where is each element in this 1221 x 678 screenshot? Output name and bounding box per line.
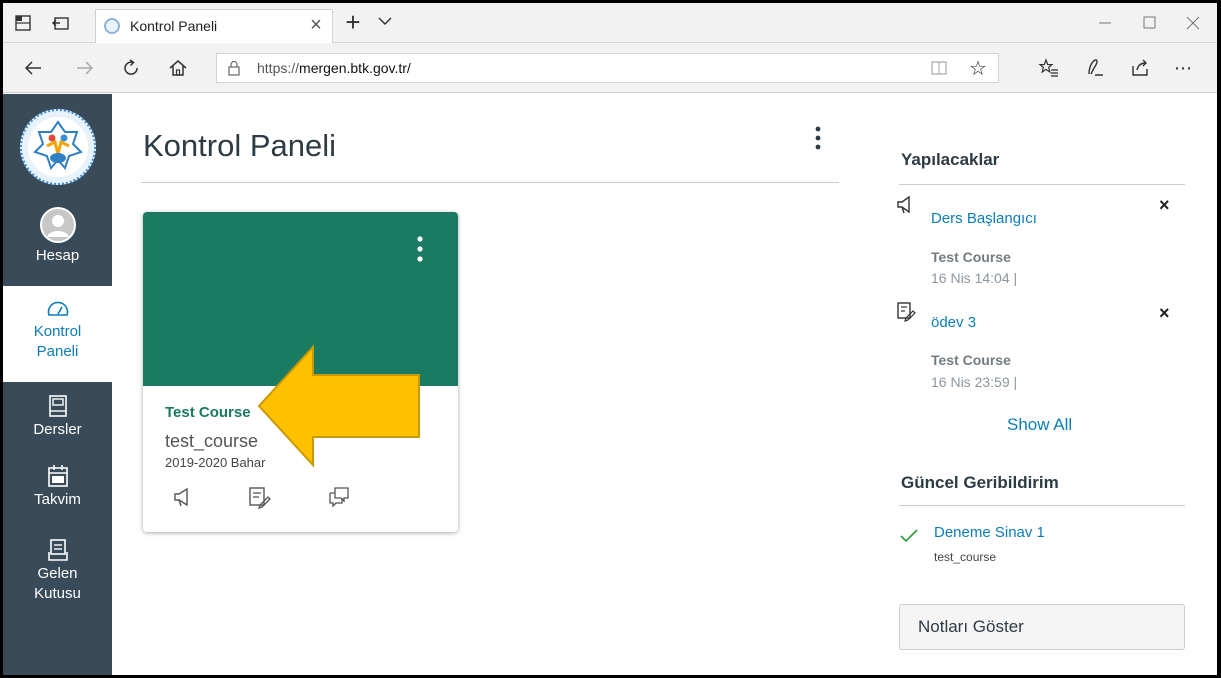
sidebar-item-label: Hesap [35,247,80,264]
back-arrow-icon[interactable] [21,56,45,80]
checkmark-icon [900,529,918,543]
favorites-list-icon[interactable] [1037,56,1061,80]
url-host: mergen.btk.gov.tr/ [299,60,411,76]
course-code: test_course [165,431,259,451]
feedback-item-course: test_course [934,550,997,564]
sidebar-item-label: Dersler [33,421,82,438]
dashboard-options-kebab-icon[interactable] [811,124,825,154]
sidebar-item-label: Takvim [34,491,81,508]
web-notes-pen-icon[interactable] [1083,56,1107,80]
forward-arrow-icon[interactable] [73,56,97,80]
more-options-icon[interactable]: ⋯ [1171,56,1195,80]
todo-item-date: 16 Nis 23:59 | [931,374,1018,390]
sidebar-item-label: Gelen Kutusu [34,565,81,602]
favorite-star-icon[interactable]: ☆ [969,56,987,81]
site-favicon-icon [104,18,120,34]
todo-item-date: 16 Nis 14:04 | [931,270,1018,286]
user-avatar-icon [39,207,76,243]
highlight-arrow [257,344,420,468]
todo-item-course: Test Course [931,352,1011,368]
announcement-icon [897,195,910,214]
sidebar-item-hesap[interactable]: Hesap [3,206,112,286]
global-nav-sidebar: Hesap Kontrol Paneli Dersler Takvim Gele… [3,94,112,675]
discussion-icon[interactable] [327,485,351,509]
calendar-icon [47,465,68,487]
browser-nav-bar: https://mergen.btk.gov.tr/ ☆ ⋯ [3,43,1217,93]
recent-feedback-heading: Güncel Geribildirim [901,473,1059,492]
sidebar-item-kontrol-paneli[interactable]: Kontrol Paneli [3,286,112,382]
screen: Kontrol Paneli × + https://mergen.btk.go… [3,3,1217,675]
set-aside-tabs-icon[interactable] [51,13,71,33]
todo-divider [899,184,1185,185]
sidebar-item-dersler[interactable]: Dersler [3,394,112,454]
view-grades-button[interactable]: Notları Göster [899,604,1185,650]
dismiss-todo-close-icon[interactable]: × [1159,195,1170,216]
lock-icon [228,60,240,76]
sidebar-item-label: Kontrol Paneli [33,323,82,360]
feedback-divider [899,505,1185,506]
announcement-icon[interactable] [171,485,195,509]
book-icon [48,395,67,417]
address-bar[interactable]: https://mergen.btk.gov.tr/ ☆ [216,53,999,83]
url-scheme: https:// [257,60,300,76]
share-icon[interactable] [1128,56,1152,80]
title-divider [141,182,839,183]
tab-kontrol-paneli[interactable]: Kontrol Paneli × [95,9,333,43]
show-all-link[interactable]: Show All [1007,415,1072,435]
todo-item-title[interactable]: Ders Başlangıcı [931,210,1037,227]
sidebar-item-gelen-kutusu[interactable]: Gelen Kutusu [3,538,112,622]
tab-actions-icon[interactable] [13,13,33,33]
home-icon[interactable] [166,56,190,80]
tab-close-icon[interactable]: × [306,14,326,37]
reading-view-icon[interactable] [930,60,948,76]
course-term: 2019-2020 Bahar [165,455,266,470]
feedback-item-title[interactable]: Deneme Sinav 1 [934,524,1045,541]
url-text[interactable]: https://mergen.btk.gov.tr/ [257,60,411,76]
sidebar-item-takvim[interactable]: Takvim [3,464,112,524]
refresh-icon[interactable] [119,56,143,80]
dashboard-gauge-icon [47,301,68,316]
institution-logo[interactable] [19,108,97,186]
todo-item-course: Test Course [931,249,1011,265]
minimize-icon[interactable] [1085,9,1125,37]
page-title: Kontrol Paneli [143,128,337,163]
course-name-link[interactable]: Test Course [165,404,251,421]
maximize-icon[interactable] [1130,9,1170,37]
assignment-icon[interactable] [247,485,271,509]
close-window-icon[interactable] [1173,9,1213,37]
dismiss-todo-close-icon[interactable]: × [1159,303,1170,324]
assignment-icon [897,302,916,322]
card-options-kebab-icon[interactable] [413,234,427,266]
lms-app: Hesap Kontrol Paneli Dersler Takvim Gele… [3,94,1217,675]
browser-tab-bar: Kontrol Paneli × + [3,3,1217,43]
todo-heading: Yapılacaklar [901,150,1000,169]
todo-item-title[interactable]: ödev 3 [931,314,976,331]
inbox-icon [47,539,68,561]
tab-preview-chevron-down-icon[interactable] [376,12,394,30]
tab-title: Kontrol Paneli [130,18,218,34]
new-tab-button[interactable]: + [341,7,365,38]
